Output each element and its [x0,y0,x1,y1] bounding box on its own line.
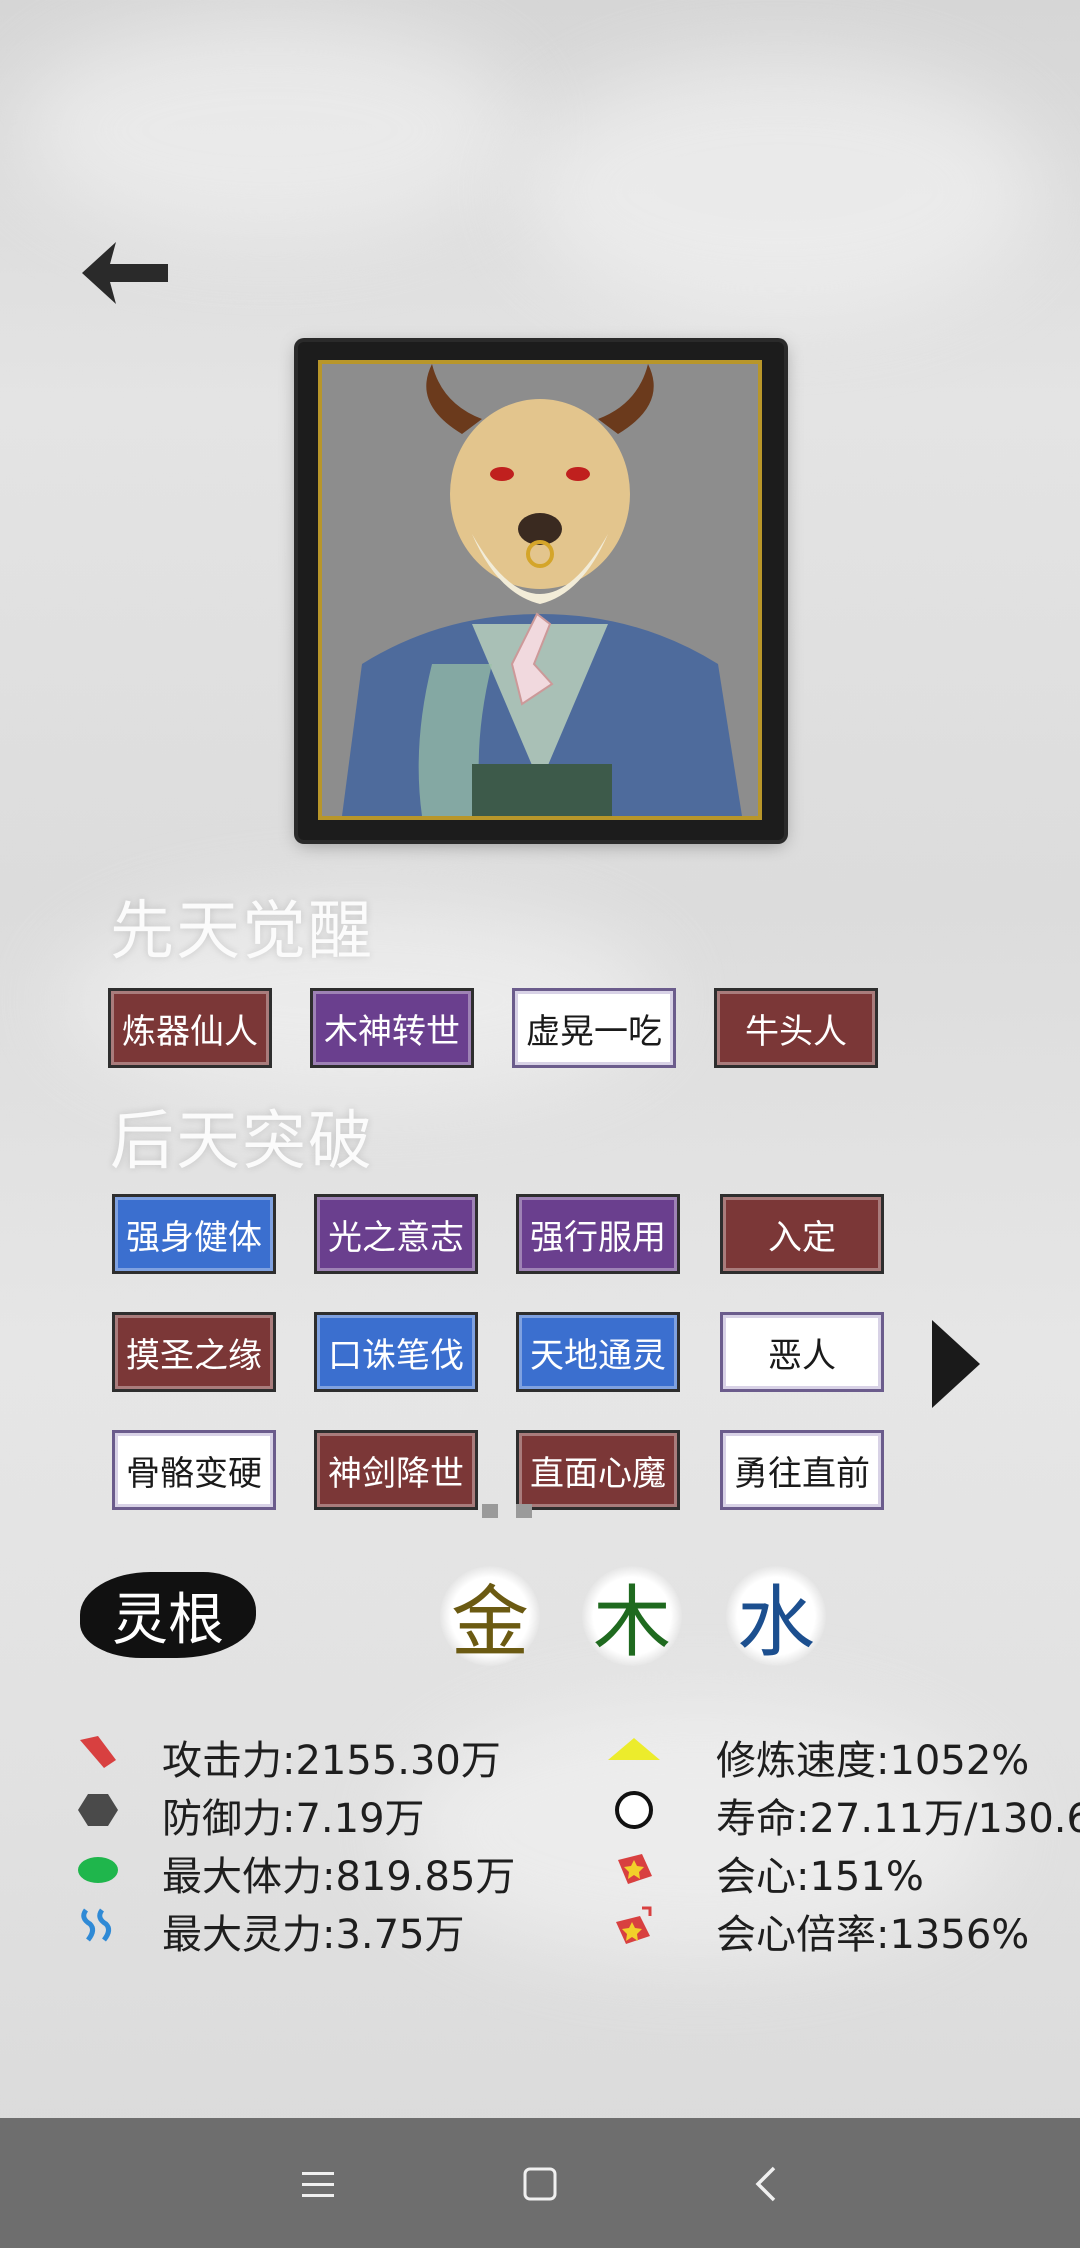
acquired-tag[interactable]: 入定 [720,1194,884,1274]
acquired-tag[interactable]: 强行服用 [516,1194,680,1274]
stat-right-label: 会心倍率:1356% [716,1912,1030,1958]
stat-left-label: 最大灵力:3.75万 [162,1912,465,1958]
acquired-breakthrough-title: 后天突破 [110,1105,374,1179]
acquired-tag[interactable]: 强身健体 [112,1194,276,1274]
critical-icon [612,1846,656,1890]
acquired-tag[interactable]: 骨骼变硬 [112,1430,276,1510]
stat-left-label: 最大体力:819.85万 [162,1854,516,1900]
stat-left-label: 攻击力:2155.30万 [162,1738,501,1784]
background-mist [520,60,1040,320]
acquired-tag[interactable]: 勇往直前 [720,1430,884,1510]
acquired-tag[interactable]: 摸圣之缘 [112,1312,276,1392]
home-icon[interactable] [510,2154,570,2214]
back-arrow-icon[interactable] [80,238,170,308]
innate-tag[interactable]: 虚晃一吃 [512,988,676,1068]
acquired-tag[interactable]: 口诛笔伐 [314,1312,478,1392]
acquired-tag[interactable]: 直面心魔 [516,1430,680,1510]
cultivation-speed-icon [606,1730,662,1774]
system-nav-bar [0,2118,1080,2248]
pager-dot [482,1504,498,1518]
stat-right-label: 修炼速度:1052% [716,1738,1030,1784]
spirit-root-element: 水 [726,1566,826,1668]
character-portrait-frame [298,342,784,840]
acquired-tag[interactable]: 神剑降世 [314,1430,478,1510]
stat-right-label: 寿命:27.11万/130.6 [716,1796,1080,1842]
spirit-root-label: 灵根 [80,1572,256,1658]
background-mist [20,20,520,240]
attack-icon [76,1730,120,1774]
stat-right-label: 会心:151% [716,1854,924,1900]
acquired-tag[interactable]: 恶人 [720,1312,884,1392]
innate-tag[interactable]: 牛头人 [714,988,878,1068]
stamina-icon [76,1846,120,1890]
stat-left-label: 防御力:7.19万 [162,1796,425,1842]
next-page-arrow-icon[interactable] [930,1318,982,1410]
character-portrait [318,360,762,820]
critical-rate-icon [612,1904,656,1948]
innate-awakening-title: 先天觉醒 [110,895,374,969]
acquired-tag[interactable]: 光之意志 [314,1194,478,1274]
spirit-power-icon [76,1904,120,1948]
spirit-root-element: 木 [582,1566,682,1668]
back-nav-icon[interactable] [736,2154,796,2214]
innate-tag[interactable]: 木神转世 [310,988,474,1068]
defense-icon [76,1788,120,1832]
menu-icon[interactable] [288,2154,348,2214]
spirit-root-element: 金 [440,1566,540,1668]
innate-tag[interactable]: 炼器仙人 [108,988,272,1068]
pager-dot [516,1504,532,1518]
acquired-tag[interactable]: 天地通灵 [516,1312,680,1392]
lifespan-icon [612,1788,656,1832]
